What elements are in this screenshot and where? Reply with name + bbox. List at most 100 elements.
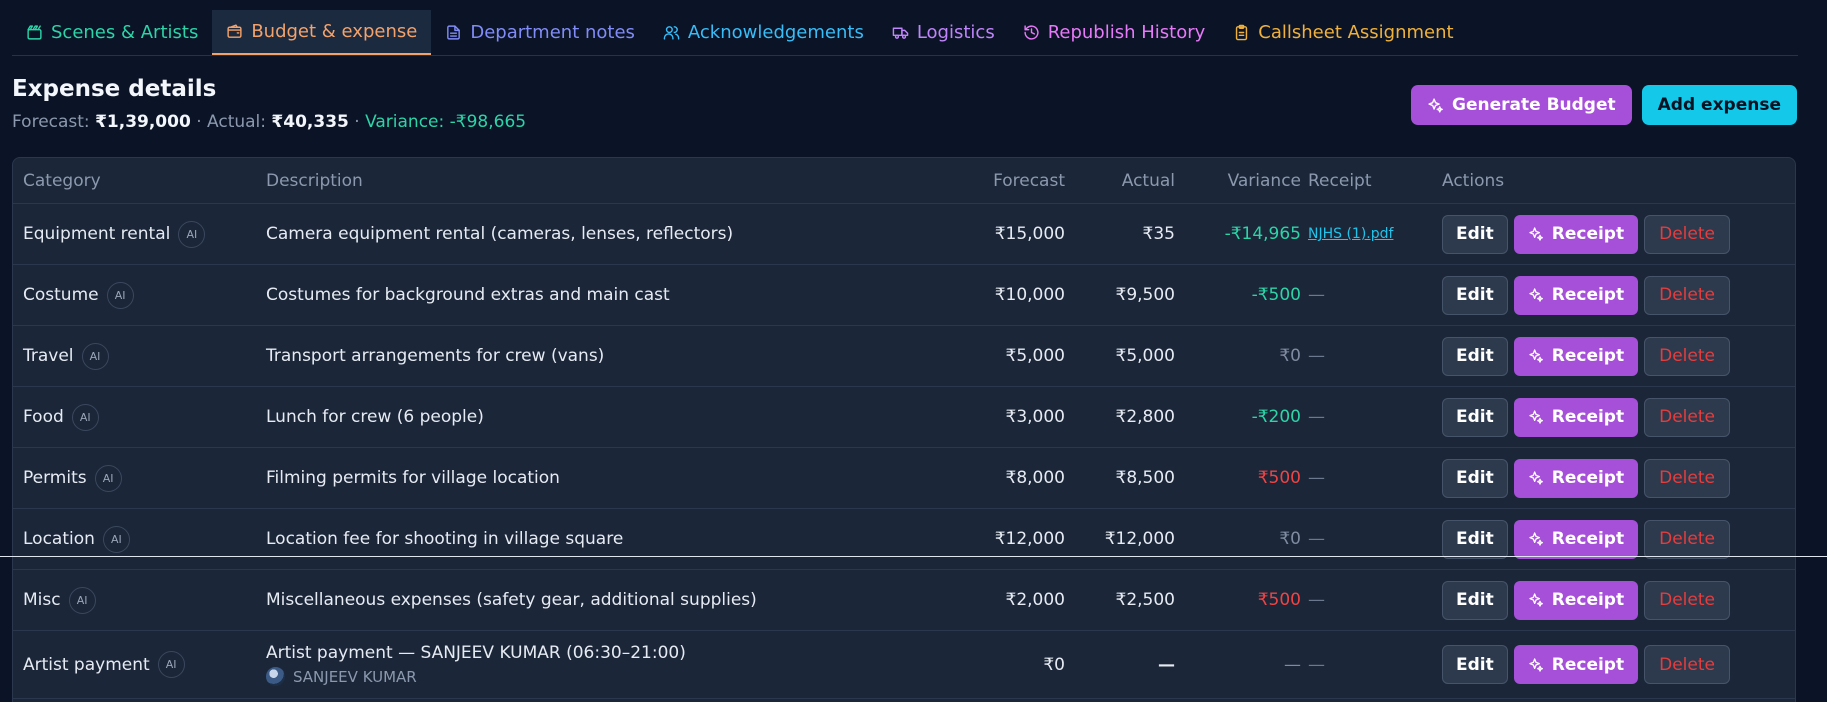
edit-button[interactable]: Edit [1442, 519, 1508, 559]
tab-scenes-artists[interactable]: Scenes & Artists [12, 10, 212, 55]
forecast-cell: ₹3,000 [1005, 407, 1065, 427]
category-cell: Costume AI [23, 265, 243, 325]
delete-button[interactable]: Delete [1644, 275, 1730, 315]
category-name: Food [23, 407, 64, 427]
column-header-variance: Variance [1227, 170, 1301, 191]
forecast-cell: ₹15,000 [994, 224, 1065, 244]
table-row: Permits AI Filming permits for village l… [13, 448, 1795, 509]
sparkles-icon [1529, 349, 1543, 363]
description-text: Lunch for crew (6 people) [266, 407, 484, 427]
variance-cell: -₹14,965 [1224, 224, 1301, 244]
sparkles-icon [1529, 471, 1543, 485]
forecast-cell: ₹5,000 [1005, 346, 1065, 366]
budget-summary: Forecast: ₹1,39,000 · Actual: ₹40,335 · … [12, 112, 526, 132]
row-actions: Edit Receipt Delete [1442, 631, 1742, 698]
button-label: Receipt [1551, 529, 1625, 549]
ai-badge: AI [102, 525, 130, 553]
actual-cell: — [1158, 654, 1175, 675]
receipt-link[interactable]: NJHS (1).pdf [1308, 226, 1393, 242]
receipt-button[interactable]: Receipt [1513, 458, 1639, 498]
add-expense-button[interactable]: Add expense [1641, 85, 1797, 125]
header-actions: Generate Budget Add expense [1411, 85, 1797, 125]
tab-budget-expense[interactable]: Budget & expense [212, 10, 432, 55]
generate-budget-button[interactable]: Generate Budget [1411, 85, 1632, 125]
edit-button[interactable]: Edit [1442, 458, 1508, 498]
delete-button[interactable]: Delete [1644, 397, 1730, 437]
receipt-cell: — [1308, 448, 1438, 508]
variance-cell: ₹500 [1257, 590, 1301, 610]
tab-label: Logistics [916, 22, 995, 43]
tab-label: Callsheet Assignment [1258, 22, 1454, 43]
edit-button[interactable]: Edit [1442, 580, 1508, 620]
delete-button[interactable]: Delete [1644, 519, 1730, 559]
button-label: Receipt [1551, 590, 1625, 610]
receipt-cell: — [1308, 631, 1438, 698]
column-header-actual: Actual [1121, 170, 1175, 191]
description-text: Artist payment — SANJEEV KUMAR (06:30–21… [266, 643, 686, 663]
category-name: Equipment rental [23, 224, 171, 244]
avatar [266, 667, 285, 686]
artist-name: SANJEEV KUMAR [293, 667, 417, 686]
category-cell: Permits AI [23, 448, 243, 508]
forecast-cell: ₹12,000 [994, 529, 1065, 549]
delete-button[interactable]: Delete [1644, 336, 1730, 376]
tab-label: Budget & expense [251, 21, 418, 42]
edit-button[interactable]: Edit [1442, 214, 1508, 254]
row-actions: Edit Receipt Delete [1442, 204, 1742, 264]
variance-cell: ₹0 [1279, 529, 1301, 549]
description-cell: Lunch for crew (6 people) [266, 387, 966, 447]
receipt-button[interactable]: Receipt [1513, 397, 1639, 437]
receipt-cell: — [1308, 570, 1438, 630]
category-cell: Artist payment AI [23, 631, 243, 698]
ai-badge: AI [178, 220, 206, 248]
document-icon [447, 25, 461, 40]
variance-cell: -₹500 [1251, 285, 1301, 305]
receipt-cell: — [1308, 387, 1438, 447]
tab-republish-history[interactable]: Republish History [1009, 10, 1220, 55]
table-row: Artist payment AI Artist payment — SANJE… [13, 631, 1795, 699]
receipt-button[interactable]: Receipt [1513, 519, 1639, 559]
receipt-button[interactable]: Receipt [1513, 214, 1639, 254]
edit-button[interactable]: Edit [1442, 645, 1508, 684]
delete-button[interactable]: Delete [1644, 458, 1730, 498]
table-row: Equipment rental AI Camera equipment ren… [13, 204, 1795, 265]
clapperboard-icon [27, 25, 42, 40]
receipt-button[interactable]: Receipt [1513, 580, 1639, 620]
actual-cell: ₹5,000 [1115, 346, 1175, 366]
delete-button[interactable]: Delete [1644, 580, 1730, 620]
variance-cell: ₹500 [1257, 468, 1301, 488]
receipt-button[interactable]: Receipt [1513, 275, 1639, 315]
tab-callsheet-assignment[interactable]: Callsheet Assignment [1219, 10, 1467, 55]
users-icon [663, 26, 680, 40]
artist-chip: SANJEEV KUMAR [266, 667, 417, 686]
description-cell: Location fee for shooting in village squ… [266, 509, 966, 569]
page-title: Expense details [12, 76, 217, 102]
receipt-cell: — [1308, 509, 1438, 569]
ai-badge: AI [106, 281, 134, 309]
category-cell: Misc AI [23, 570, 243, 630]
actual-cell: ₹35 [1142, 224, 1175, 244]
receipt-button[interactable]: Receipt [1513, 645, 1639, 684]
receipt-button[interactable]: Receipt [1513, 336, 1639, 376]
delete-button[interactable]: Delete [1644, 645, 1730, 684]
receipt-cell: — [1308, 265, 1438, 325]
description-text: Transport arrangements for crew (vans) [266, 346, 605, 366]
tab-logistics[interactable]: Logistics [878, 10, 1009, 55]
divider-line [0, 556, 1827, 557]
edit-button[interactable]: Edit [1442, 275, 1508, 315]
tab-department-notes[interactable]: Department notes [431, 10, 649, 55]
forecast-label: Forecast: [12, 112, 90, 132]
sparkles-icon [1529, 593, 1543, 607]
variance-cell: ₹0 [1279, 346, 1301, 366]
variance-cell: -₹200 [1251, 407, 1301, 427]
edit-button[interactable]: Edit [1442, 336, 1508, 376]
sparkles-icon [1529, 227, 1543, 241]
button-label: Receipt [1551, 407, 1625, 427]
row-actions: Edit Receipt Delete [1442, 509, 1742, 569]
tab-label: Scenes & Artists [51, 22, 199, 43]
edit-button[interactable]: Edit [1442, 397, 1508, 437]
tab-acknowledgements[interactable]: Acknowledgements [649, 10, 878, 55]
delete-button[interactable]: Delete [1644, 214, 1730, 254]
description-cell: Costumes for background extras and main … [266, 265, 966, 325]
description-text: Miscellaneous expenses (safety gear, add… [266, 590, 757, 610]
